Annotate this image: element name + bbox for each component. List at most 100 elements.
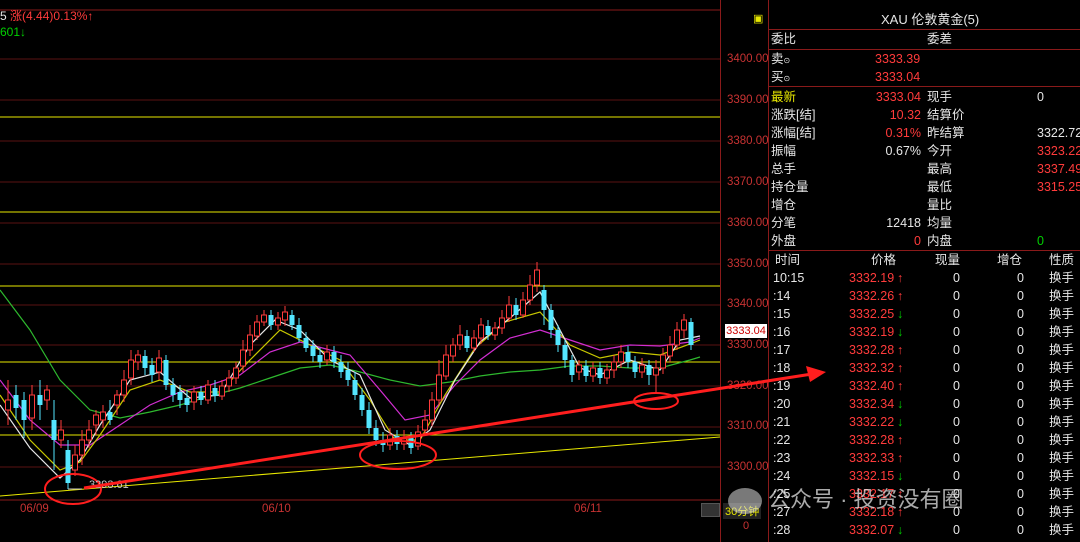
low-circle-annotation bbox=[633, 392, 679, 410]
tick-row[interactable]: :14 3332.26 ↑ 0 0 换手 bbox=[769, 287, 1080, 305]
price-tick: 3320.00 bbox=[727, 380, 769, 392]
tick-row[interactable]: :20 3332.34 ↓ 0 0 换手 bbox=[769, 395, 1080, 413]
tick-row[interactable]: :15 3332.25 ↓ 0 0 换手 bbox=[769, 305, 1080, 323]
tick-price: 3332.32 bbox=[849, 361, 895, 375]
candle-body bbox=[555, 330, 561, 345]
candle-body bbox=[457, 334, 463, 346]
info-circle-icon: ⊙ bbox=[783, 74, 791, 83]
tick-add: 0 bbox=[1017, 271, 1024, 285]
date-label: 06/09 bbox=[20, 503, 49, 515]
tick-row[interactable]: :17 3332.28 ↑ 0 0 换手 bbox=[769, 341, 1080, 359]
buy-price: 3333.04 bbox=[875, 70, 921, 84]
buy-row: 买⊙ 3333.04 bbox=[769, 68, 1080, 87]
candle-body bbox=[58, 429, 64, 441]
tick-nature: 换手 bbox=[1049, 289, 1075, 303]
tick-add: 0 bbox=[1017, 523, 1024, 537]
candle-body bbox=[93, 414, 99, 426]
tick-row[interactable]: :22 3332.28 ↑ 0 0 换手 bbox=[769, 431, 1080, 449]
candle-body bbox=[618, 351, 624, 363]
candle-body bbox=[499, 317, 505, 329]
tick-nature: 换手 bbox=[1049, 361, 1075, 375]
tick-row[interactable]: :18 3332.32 ↑ 0 0 换手 bbox=[769, 359, 1080, 377]
tick-direction: ↑ bbox=[897, 271, 904, 285]
tick-volume: 0 bbox=[953, 397, 960, 411]
candle-body bbox=[611, 361, 617, 371]
candle-body bbox=[254, 321, 260, 337]
tick-direction: ↑ bbox=[897, 379, 904, 393]
tick-direction: ↓ bbox=[897, 523, 904, 537]
tick-add: 0 bbox=[1017, 307, 1024, 321]
tick-row[interactable]: :21 3332.22 ↓ 0 0 换手 bbox=[769, 413, 1080, 431]
weibi-row: 委比 委差 bbox=[769, 30, 1080, 50]
tick-row[interactable]: :28 3332.07 ↓ 0 0 换手 bbox=[769, 521, 1080, 539]
candle-body bbox=[65, 450, 71, 483]
tick-add: 0 bbox=[1017, 325, 1024, 339]
stat-label: 今开 bbox=[927, 144, 953, 158]
panel-title-marker-icon[interactable]: ▣ bbox=[753, 10, 763, 29]
price-tick: 3400.00 bbox=[727, 53, 769, 65]
candlestick-chart[interactable]: 5 涨(4.44)0.13%↑ 601↓ 3293.61 06/09 06/10… bbox=[0, 0, 720, 542]
candle-body bbox=[443, 354, 449, 377]
tick-price: 3332.19 bbox=[849, 325, 895, 339]
candle-body bbox=[114, 394, 120, 406]
tick-direction: ↑ bbox=[897, 343, 904, 357]
candle-body bbox=[29, 394, 35, 419]
tick-time: 10:15 bbox=[773, 271, 805, 285]
tick-add: 0 bbox=[1017, 361, 1024, 375]
stat-label: 现手 bbox=[927, 90, 953, 104]
stat-label: 均量 bbox=[927, 216, 953, 230]
candle-body bbox=[142, 356, 148, 368]
tick-time: :19 bbox=[773, 379, 791, 393]
tick-add: 0 bbox=[1017, 451, 1024, 465]
tick-price: 3332.28 bbox=[849, 433, 895, 447]
price-tick: 3330.00 bbox=[727, 339, 769, 351]
tick-time: :14 bbox=[773, 289, 791, 303]
candle-body bbox=[177, 392, 183, 400]
tick-direction: ↓ bbox=[897, 325, 904, 339]
candle-body bbox=[639, 364, 645, 373]
current-price-tag: 3333.04 bbox=[725, 324, 767, 338]
candle-body bbox=[317, 355, 323, 362]
panel-title: XAU 伦敦黄金(5) bbox=[881, 12, 980, 27]
tick-direction: ↑ bbox=[897, 361, 904, 375]
tick-volume: 0 bbox=[953, 379, 960, 393]
stat-value: 3333.04 bbox=[875, 90, 921, 104]
stats-row: 总手 最高 3337.49 bbox=[769, 160, 1080, 178]
stat-value: 3322.72 bbox=[1037, 126, 1080, 140]
tick-add: 0 bbox=[1017, 289, 1024, 303]
ma-line-green bbox=[0, 289, 701, 419]
candle-body bbox=[541, 290, 547, 310]
candle-body bbox=[205, 384, 211, 401]
stat-label: 外盘 bbox=[771, 234, 797, 248]
quote-panel: ▣ XAU 伦敦黄金(5) 委比 委差 卖⊙ 3333.39 买⊙ 3333.0… bbox=[753, 0, 1080, 542]
tick-direction: ↑ bbox=[897, 451, 904, 465]
ticks-header: 时间 价格 现量 增仓 性质 bbox=[769, 251, 1080, 269]
tick-direction: ↓ bbox=[897, 307, 904, 321]
candle-body bbox=[128, 359, 134, 379]
tick-row[interactable]: 10:15 3332.19 ↑ 0 0 换手 bbox=[769, 269, 1080, 287]
chart-canvas[interactable] bbox=[0, 0, 720, 542]
tick-row[interactable]: :23 3332.33 ↑ 0 0 换手 bbox=[769, 449, 1080, 467]
scroll-box[interactable] bbox=[701, 503, 720, 517]
buy-label: 买⊙ bbox=[771, 70, 791, 84]
tick-row[interactable]: :19 3332.40 ↑ 0 0 换手 bbox=[769, 377, 1080, 395]
tick-add: 0 bbox=[1017, 415, 1024, 429]
tick-add: 0 bbox=[1017, 505, 1024, 519]
low-price-label: 3293.61 bbox=[89, 479, 129, 491]
tick-row[interactable]: :16 3332.19 ↓ 0 0 换手 bbox=[769, 323, 1080, 341]
candle-body bbox=[233, 367, 239, 379]
tick-nature: 换手 bbox=[1049, 469, 1075, 483]
stat-label: 持仓量 bbox=[771, 180, 809, 194]
candle-body bbox=[667, 344, 673, 357]
tick-direction: ↑ bbox=[897, 433, 904, 447]
price-axis: 3400.00 3390.00 3380.00 3370.00 3360.00 … bbox=[720, 0, 769, 542]
bottom-value: 0 bbox=[743, 520, 750, 532]
candle-body bbox=[191, 391, 197, 403]
sell-row: 卖⊙ 3333.39 bbox=[769, 50, 1080, 68]
candle-body bbox=[219, 385, 225, 397]
candle-body bbox=[268, 315, 274, 325]
wechat-icon bbox=[728, 488, 762, 515]
candle-body bbox=[13, 395, 19, 408]
tick-time: :15 bbox=[773, 307, 791, 321]
price-tick: 3380.00 bbox=[727, 135, 769, 147]
